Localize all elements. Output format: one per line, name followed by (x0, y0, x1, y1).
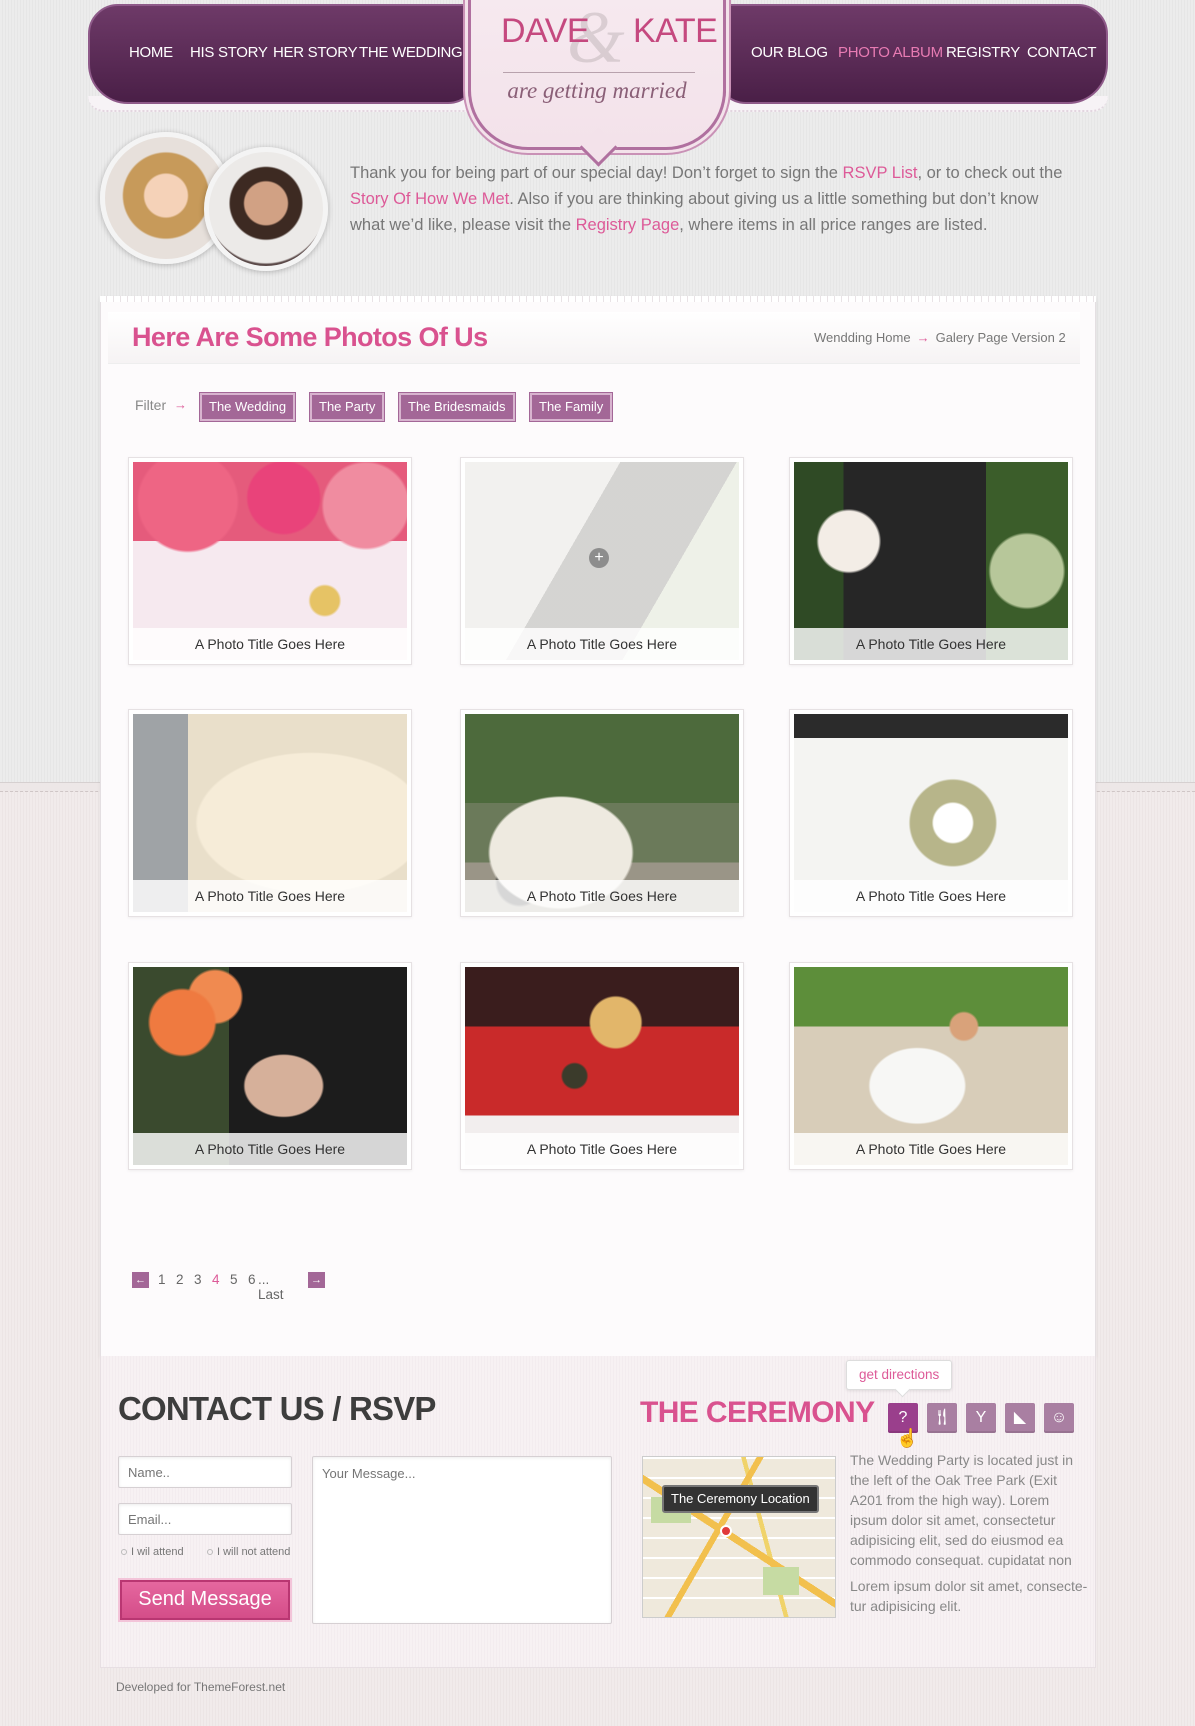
contact-title: CONTACT US / RSVP (118, 1390, 436, 1427)
nav-her-story[interactable]: HER STORY (273, 44, 358, 61)
breadcrumb-home[interactable]: Wendding Home (814, 330, 911, 345)
gallery-card[interactable]: A Photo Title Goes Here (460, 962, 744, 1170)
photo-caption: A Photo Title Goes Here (133, 880, 407, 912)
story-link[interactable]: Story Of How We Met (350, 190, 509, 208)
page-1[interactable]: 1 (158, 1272, 166, 1287)
message-textarea[interactable] (312, 1456, 612, 1624)
gallery-card[interactable]: A Photo Title Goes Here (128, 709, 412, 917)
cake-icon[interactable]: ◣ (1005, 1403, 1035, 1433)
registry-page-link[interactable]: Registry Page (576, 216, 680, 234)
photo-caption: A Photo Title Goes Here (794, 628, 1068, 660)
photo-caption: A Photo Title Goes Here (465, 1133, 739, 1165)
photo-caption: A Photo Title Goes Here (465, 880, 739, 912)
intro-text-part: Thank you for being part of our special … (350, 164, 843, 182)
get-directions-tooltip: get directions (846, 1360, 953, 1390)
logo-divider (503, 72, 695, 73)
ceremony-description: The Wedding Party is located just in the… (850, 1450, 1090, 1616)
photo-caption: A Photo Title Goes Here (133, 1133, 407, 1165)
send-message-button[interactable]: Send Message (120, 1580, 290, 1620)
filter-the-family[interactable]: The Family (530, 393, 613, 421)
nav-contact[interactable]: CONTACT (1027, 44, 1097, 61)
not-attend-label: I will not attend (217, 1546, 291, 1558)
gallery-card[interactable]: A Photo Title Goes Here (789, 457, 1073, 665)
intro-text-part: , or to check out the (917, 164, 1063, 182)
radio-dot (207, 1549, 213, 1556)
photo-caption: A Photo Title Goes Here (133, 628, 407, 660)
nav-his-story[interactable]: HIS STORY (190, 44, 268, 61)
email-input[interactable] (118, 1503, 292, 1535)
filter-arrow-icon: → (174, 397, 187, 412)
hand-cursor-icon: ☝ (896, 1428, 919, 1448)
last-page-link[interactable]: ... Last (258, 1272, 284, 1302)
logo-name-kate: KATE (633, 12, 718, 50)
page-title: Here Are Some Photos Of Us (132, 322, 488, 352)
footer-credit: Developed for ThemeForest.net (116, 1680, 286, 1694)
site-logo[interactable]: & DAVE KATE are getting married (468, 0, 726, 150)
nav-the-wedding[interactable]: THE WEDDING (359, 44, 463, 61)
ceremony-paragraph-1: The Wedding Party is located just in the… (850, 1452, 1074, 1568)
zoom-plus-icon[interactable]: + (589, 548, 609, 568)
cocktail-icon[interactable]: Y (966, 1403, 996, 1433)
page-3[interactable]: 3 (194, 1272, 202, 1287)
map-pin-icon[interactable] (720, 1525, 732, 1537)
logo-name-dave: DAVE (501, 12, 590, 50)
panel-zigzag-edge (100, 296, 1096, 302)
breadcrumb: Wendding Home → Galery Page Version 2 (814, 330, 1066, 345)
not-attend-radio[interactable]: I will not attend (207, 1546, 290, 1558)
page-4-current[interactable]: 4 (212, 1272, 220, 1287)
nav-our-blog[interactable]: OUR BLOG (751, 44, 828, 61)
page-5[interactable]: 5 (230, 1272, 238, 1287)
photo-caption: A Photo Title Goes Here (465, 628, 739, 660)
intro-text-part: , where items in all price ranges are li… (679, 216, 988, 234)
ceremony-map[interactable] (642, 1456, 836, 1618)
gallery-card[interactable]: A Photo Title Goes Here (128, 962, 412, 1170)
filter-label: Filter (135, 397, 167, 413)
filter-the-bridesmaids[interactable]: The Bridesmaids (399, 393, 515, 421)
gallery-card[interactable]: + A Photo Title Goes Here (460, 457, 744, 665)
ceremony-title: THE CEREMONY (640, 1396, 875, 1429)
page-6[interactable]: 6 (248, 1272, 256, 1287)
map-park (763, 1567, 799, 1595)
breadcrumb-current: Galery Page Version 2 (935, 330, 1066, 345)
photo-caption: A Photo Title Goes Here (794, 1133, 1068, 1165)
name-input[interactable] (118, 1456, 292, 1488)
cutlery-icon[interactable]: 🍴︎ (927, 1403, 957, 1433)
intro-text: Thank you for being part of our special … (350, 160, 1070, 238)
prev-page-button[interactable]: ← (132, 1272, 149, 1288)
logo-tagline: are getting married (507, 78, 687, 103)
nav-registry[interactable]: REGISTRY (946, 44, 1020, 61)
gallery-card[interactable]: A Photo Title Goes Here (789, 962, 1073, 1170)
gallery-card[interactable]: A Photo Title Goes Here (128, 457, 412, 665)
breadcrumb-arrow-icon: → (916, 330, 930, 345)
page-2[interactable]: 2 (176, 1272, 184, 1287)
rsvp-list-link[interactable]: RSVP List (843, 164, 918, 182)
gallery-card[interactable]: A Photo Title Goes Here (789, 709, 1073, 917)
radio-dot (121, 1549, 127, 1556)
gallery-card[interactable]: A Photo Title Goes Here (460, 709, 744, 917)
baby-icon[interactable]: ☺ (1044, 1403, 1074, 1433)
map-location-label: The Ceremony Location (662, 1485, 819, 1513)
nav-home[interactable]: HOME (129, 44, 173, 61)
filter-the-wedding[interactable]: The Wedding (200, 393, 296, 421)
attend-label: I wil attend (131, 1546, 184, 1558)
attend-radio[interactable]: I wil attend (121, 1546, 184, 1558)
nav-photo-album[interactable]: PHOTO ALBUM (838, 44, 943, 61)
filter-the-party[interactable]: The Party (310, 393, 385, 421)
next-page-button[interactable]: → (308, 1272, 325, 1288)
groom-avatar (204, 147, 328, 271)
photo-caption: A Photo Title Goes Here (794, 880, 1068, 912)
ceremony-paragraph-2: Lorem ipsum dolor sit amet, consecte-tur… (850, 1578, 1088, 1614)
